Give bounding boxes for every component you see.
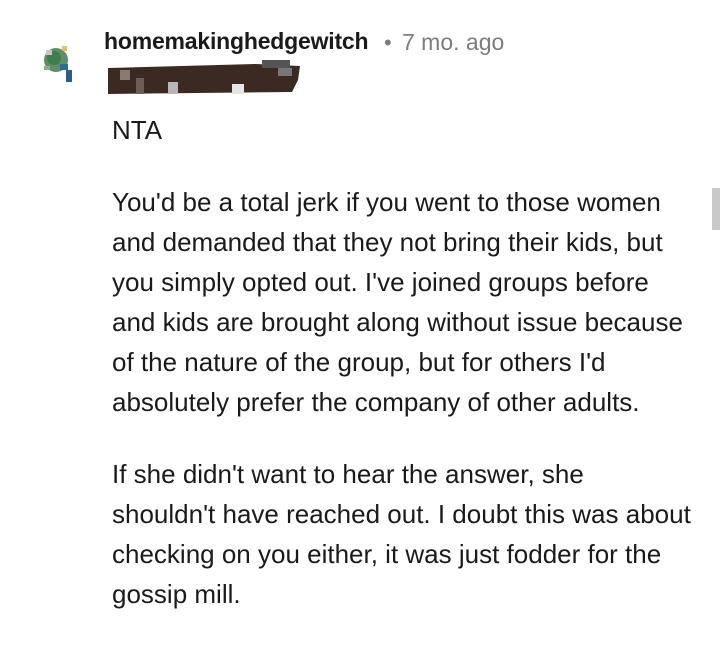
user-avatar-icon <box>44 46 72 82</box>
avatar[interactable] <box>38 40 74 84</box>
comment-body: NTA You'd be a total jerk if you went to… <box>112 110 692 614</box>
user-flair <box>106 60 302 96</box>
redacted-flair-image <box>108 60 300 94</box>
comment-paragraph: You'd be a total jerk if you went to tho… <box>112 187 683 417</box>
comment-author[interactable]: homemakinghedgewitch <box>104 28 369 55</box>
scrollbar[interactable] <box>712 188 720 230</box>
meta-separator: • <box>384 30 392 55</box>
comment-timestamp[interactable]: 7 mo. ago <box>402 29 504 56</box>
comment-paragraph: If she didn't want to hear the answer, s… <box>112 459 691 609</box>
comment-verdict: NTA <box>112 115 163 145</box>
